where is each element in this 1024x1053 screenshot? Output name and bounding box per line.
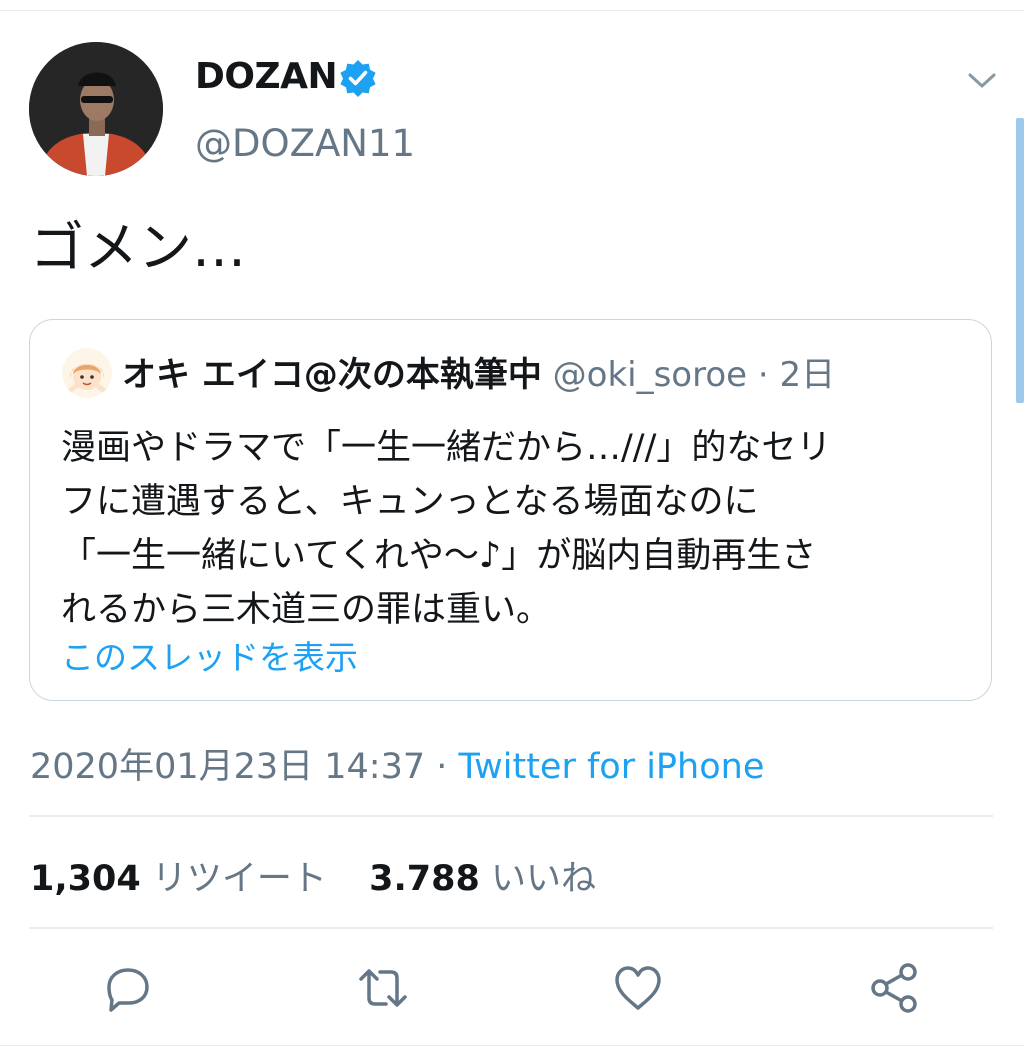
meta-separator: · [425, 747, 459, 787]
tweet-meta: 2020年01月23日 14:37 · Twitter for iPhone [30, 738, 764, 789]
divider [29, 927, 993, 929]
quoted-text-line: 「一生一緒にいてくれや〜♪」が脳内自動再生さ [61, 536, 817, 576]
chevron-down-icon[interactable] [966, 66, 998, 94]
user-handle[interactable]: @DOZAN11 [195, 122, 415, 165]
tweet-text: ゴメン… [30, 216, 246, 279]
quoted-timestamp: · 2日 [747, 355, 836, 395]
top-divider [0, 10, 1024, 11]
likes-stat[interactable]: 3.788 いいね [369, 859, 596, 899]
retweet-icon[interactable] [355, 960, 411, 1016]
bottom-divider [0, 1045, 1024, 1046]
retweets-stat[interactable]: 1,304 リツイート [30, 859, 327, 899]
action-bar [0, 960, 1024, 1020]
likes-label: いいね [491, 859, 597, 899]
tweet-source-link[interactable]: Twitter for iPhone [459, 747, 765, 787]
display-name[interactable]: DOZAN [195, 56, 338, 97]
quoted-display-name[interactable]: オキ エイコ@次の本執筆中 [122, 355, 542, 395]
heart-icon[interactable] [610, 960, 666, 1016]
quoted-text: 漫画やドラマで「一生一緒だから…///」的なセリ フに遭遇すると、キュンっとなる… [61, 421, 976, 637]
tweet-timestamp[interactable]: 2020年01月23日 14:37 [30, 747, 425, 787]
scrollbar[interactable] [1016, 118, 1024, 403]
quoted-text-line: 漫画やドラマで「一生一緒だから…///」的なセリ [61, 428, 832, 468]
avatar[interactable] [29, 42, 163, 176]
divider [29, 815, 993, 817]
quoted-text-line: れるから三木道三の罪は重い。 [61, 590, 552, 630]
reply-icon[interactable] [100, 960, 156, 1016]
quoted-text-line: フに遭遇すると、キュンっとなる場面なのに [61, 482, 759, 522]
quoted-avatar[interactable] [62, 348, 112, 398]
share-icon[interactable] [866, 960, 922, 1016]
tweet-stats: 1,304 リツイート 3.788 いいね [30, 850, 596, 901]
retweets-label: リツイート [151, 859, 327, 899]
retweets-count: 1,304 [30, 859, 141, 899]
quoted-handle[interactable]: @oki_soroe [553, 355, 747, 395]
verified-badge-icon [340, 60, 376, 97]
quoted-tweet[interactable]: オキ エイコ@次の本執筆中 @oki_soroe · 2日 漫画やドラマで「一生… [29, 319, 992, 701]
show-thread-link[interactable]: このスレッドを表示 [61, 631, 358, 679]
likes-count: 3.788 [369, 859, 480, 899]
quoted-header: オキ エイコ@次の本執筆中 @oki_soroe · 2日 [122, 351, 835, 399]
